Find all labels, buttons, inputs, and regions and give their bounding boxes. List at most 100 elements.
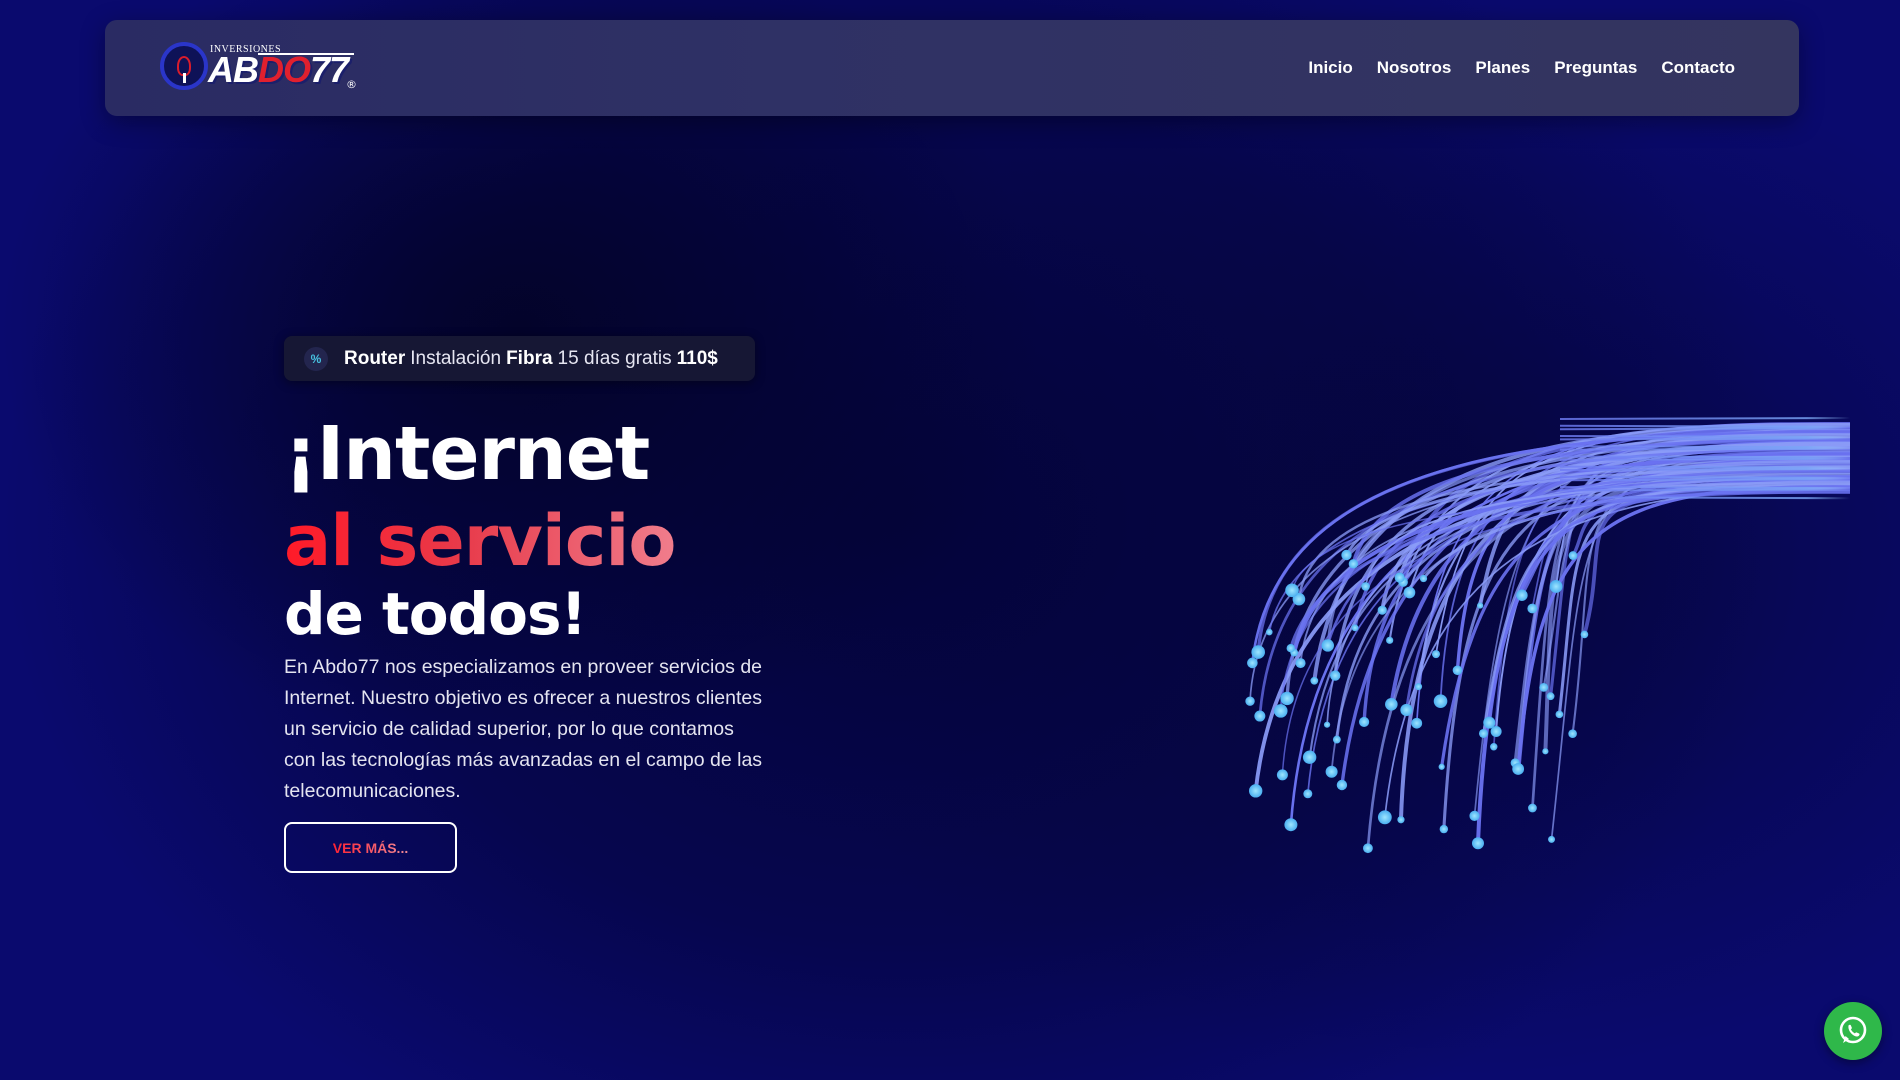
nav-planes[interactable]: Planes (1475, 58, 1530, 78)
fiber-tip (1580, 630, 1589, 639)
fiber-tip (1568, 729, 1577, 738)
fiber-tip (1310, 676, 1319, 685)
fiber-tip (1400, 703, 1413, 717)
fiber-tip (1542, 748, 1549, 755)
fiber-tip (1452, 665, 1463, 676)
fiber-band-line (1559, 455, 1850, 459)
fiber-tip (1411, 717, 1423, 729)
fiber-band-line (1559, 417, 1850, 420)
hero-title-line3: de todos! (284, 580, 587, 648)
fiber-tip (1248, 784, 1263, 798)
logo-wordmark: ABDO77 (208, 49, 349, 90)
fiber-band-line (1559, 447, 1850, 451)
fiber-tip (1527, 603, 1538, 614)
hero-title-line2: al servicio (284, 500, 676, 582)
fiber-band-line (1559, 478, 1850, 482)
fiber-tip (1266, 628, 1273, 636)
fiber-tip (1363, 843, 1373, 854)
navbar: INVERSIONES ABDO77 ® Inicio Nosotros Pla… (105, 20, 1799, 116)
fiber-strand (1513, 465, 1850, 764)
fiber-strand (1582, 486, 1850, 635)
fiber-band-line (1559, 424, 1850, 428)
fiber-tip (1254, 710, 1266, 722)
fiber-tip (1321, 639, 1334, 652)
fiber-tip (1351, 624, 1359, 632)
percent-icon: % (304, 346, 328, 371)
fiber-tip (1394, 572, 1405, 583)
fiber-tip (1284, 818, 1298, 832)
fiber-tip (1251, 645, 1265, 659)
fiber-optic-illustration (1245, 417, 1850, 854)
fiber-tip (1419, 574, 1428, 583)
fiber-tip (1330, 670, 1341, 681)
fiber-tip (1280, 691, 1294, 706)
fiber-tip (1361, 582, 1370, 591)
promo-badge: % Router Instalación Fibra 15 días grati… (284, 336, 755, 381)
fiber-band-line (1559, 457, 1850, 461)
fiber-tip (1546, 692, 1555, 701)
fiber-band-line (1559, 437, 1850, 441)
whatsapp-icon (1839, 1016, 1867, 1044)
fiber-tip (1549, 580, 1563, 593)
fiber-tip (1469, 810, 1480, 821)
fiber-tip (1539, 682, 1549, 692)
fiber-tip (1483, 716, 1496, 729)
fiber-tip (1490, 743, 1498, 751)
nav-preguntas[interactable]: Preguntas (1554, 58, 1637, 78)
whatsapp-button[interactable] (1824, 1002, 1882, 1060)
fiber-tip (1247, 657, 1258, 669)
fiber-tip (1548, 835, 1556, 843)
promo-fibra: Fibra (506, 347, 553, 369)
fiber-tip (1386, 636, 1394, 644)
fiber-tip (1325, 765, 1338, 778)
fiber-tip (1295, 658, 1306, 669)
fiber-tip (1512, 763, 1525, 775)
promo-free-days: 15 días gratis (557, 347, 672, 369)
fiber-tip (1302, 750, 1317, 764)
fiber-band-line (1559, 435, 1850, 438)
promo-price: 110$ (676, 347, 718, 369)
fiber-tip (1332, 735, 1341, 744)
fiber-band-line (1559, 475, 1850, 479)
fiber-tip (1528, 803, 1537, 813)
nav-nosotros[interactable]: Nosotros (1377, 58, 1452, 78)
fiber-tip (1303, 789, 1313, 799)
fiber-tip (1477, 602, 1484, 609)
fiber-tip (1433, 694, 1448, 708)
nav-inicio[interactable]: Inicio (1308, 58, 1352, 78)
fiber-tip (1568, 551, 1578, 560)
main-nav: Inicio Nosotros Planes Preguntas Contact… (1308, 20, 1735, 116)
fiber-tip (1397, 816, 1405, 824)
fiber-tip (1377, 605, 1387, 615)
brand-logo[interactable]: INVERSIONES ABDO77 ® (160, 34, 360, 98)
fiber-band-line (1559, 496, 1850, 500)
fiber-tip (1439, 824, 1449, 834)
fiber-tip (1385, 697, 1398, 711)
promo-instalacion: Instalación (410, 347, 502, 369)
fiber-band-line (1559, 488, 1850, 492)
fiber-tip (1431, 650, 1440, 659)
promo-router: Router (344, 347, 406, 369)
fiber-tip (1403, 586, 1416, 599)
nav-contacto[interactable]: Contacto (1661, 58, 1735, 78)
fiber-tip (1341, 549, 1352, 561)
fiber-tip (1415, 683, 1423, 691)
fiber-tip (1438, 763, 1445, 770)
fiber-tip (1377, 810, 1392, 825)
page: INVERSIONES ABDO77 ® Inicio Nosotros Pla… (0, 0, 1900, 1080)
hero-title-line1: ¡Internet (284, 411, 650, 497)
fiber-band-line (1559, 427, 1850, 431)
fiber-band-line (1559, 486, 1850, 489)
fiber-tip (1276, 769, 1288, 781)
logo-emblem-icon (160, 42, 208, 90)
ver-mas-button[interactable]: VER MÁS... (284, 822, 457, 873)
fiber-tip (1245, 696, 1255, 706)
ver-mas-label: VER MÁS... (332, 839, 409, 856)
fiber-tip (1555, 710, 1564, 719)
logo-registered-mark: ® (346, 78, 357, 91)
fiber-tip (1286, 643, 1295, 653)
fiber-tip (1336, 779, 1348, 791)
fiber-tip (1273, 704, 1288, 718)
fiber-tip (1348, 559, 1359, 569)
fiber-tip (1285, 583, 1299, 598)
